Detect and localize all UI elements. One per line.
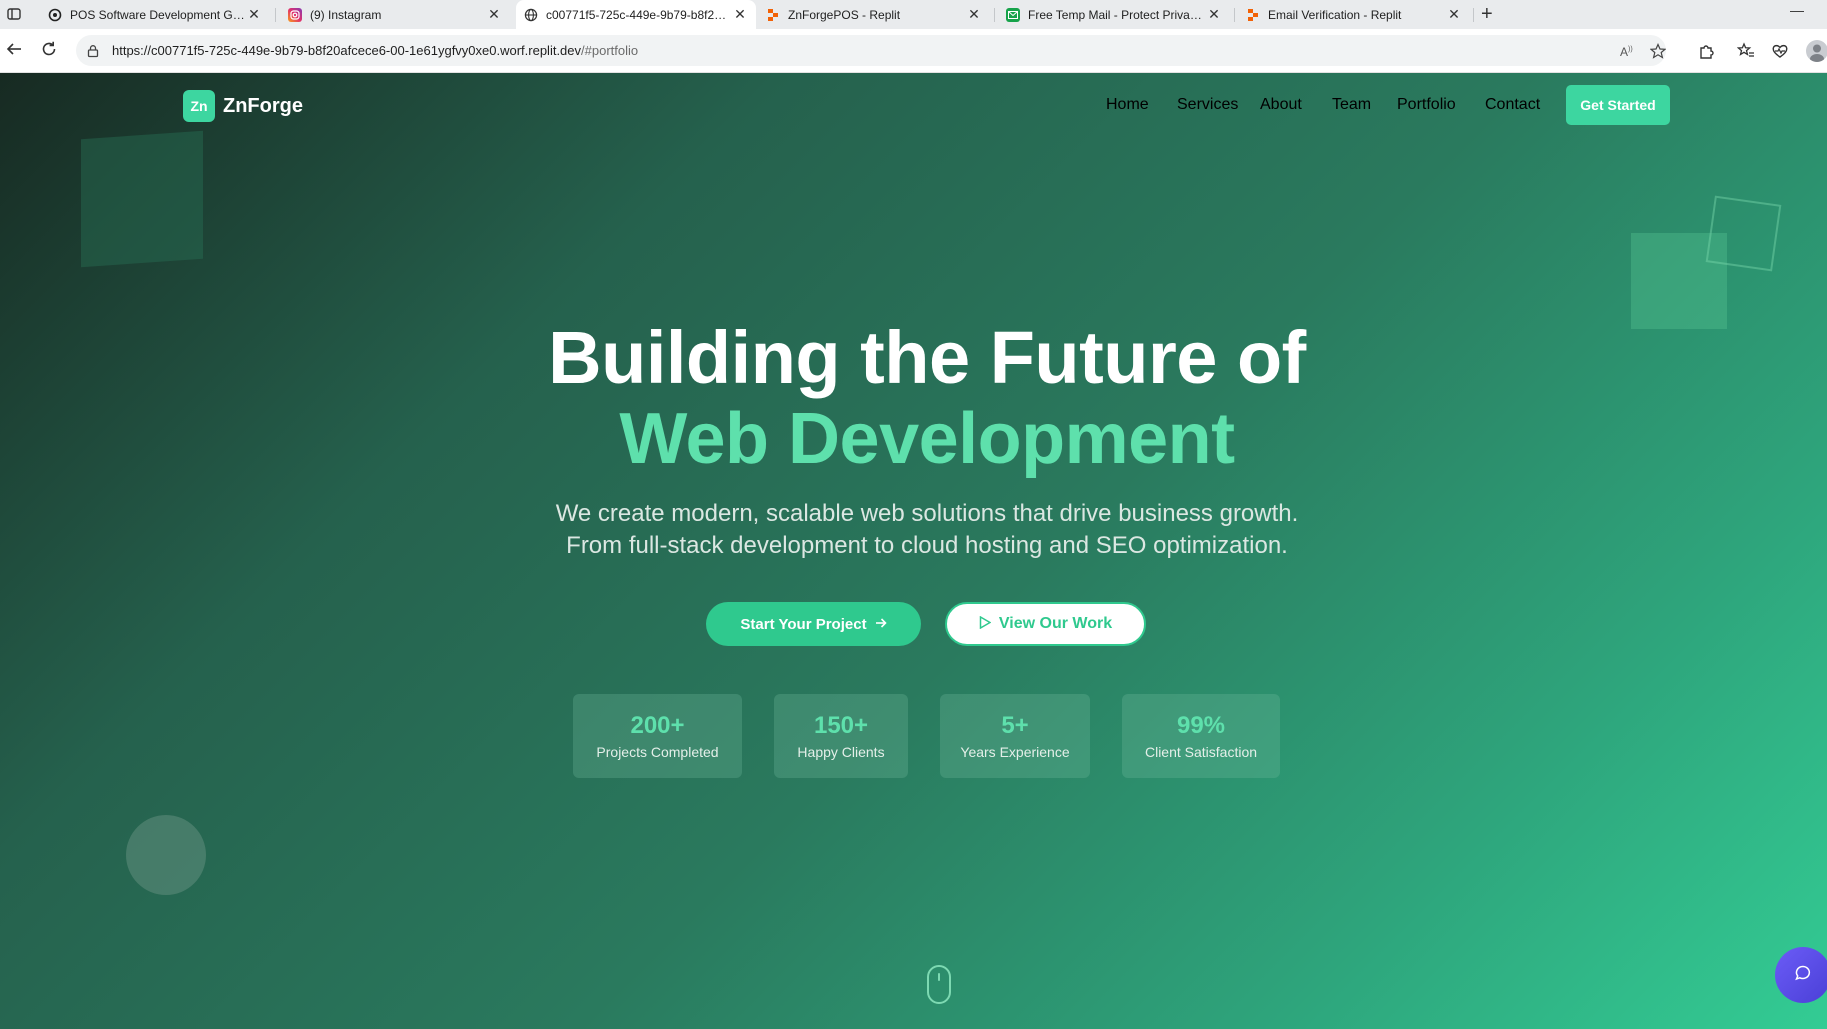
- close-tab-icon[interactable]: ✕: [486, 6, 502, 23]
- stat-card: 150+ Happy Clients: [774, 694, 908, 778]
- tab-email-verification-replit[interactable]: Email Verification - Replit ✕: [1238, 0, 1470, 29]
- stat-value: 99%: [1176, 712, 1226, 739]
- refresh-icon[interactable]: [38, 40, 60, 62]
- tab-separator: [275, 8, 276, 22]
- chat-bubble-button[interactable]: [1775, 947, 1827, 1003]
- view-our-work-button[interactable]: View Our Work: [945, 602, 1146, 646]
- hero-title-line-1: Building the Future of: [548, 316, 1306, 399]
- tab-separator: [1473, 8, 1474, 22]
- start-your-project-label: Start Your Project: [740, 615, 867, 633]
- scroll-down-mouse-icon[interactable]: [927, 965, 951, 1004]
- favorite-star-icon[interactable]: [1649, 43, 1667, 59]
- address-bar[interactable]: https://c00771f5-725c-449e-9b79-b8f20afc…: [76, 35, 1667, 66]
- instagram-icon: [288, 7, 302, 22]
- replit-icon: [766, 8, 780, 22]
- tab-pos-guide[interactable]: POS Software Development Guide ✕: [40, 0, 270, 29]
- tab-title: Free Temp Mail - Protect Privacy, A: [1028, 7, 1206, 22]
- svg-text:)): )): [1628, 46, 1633, 53]
- stat-label: Projects Completed: [596, 744, 719, 760]
- read-aloud-icon[interactable]: A)): [1619, 43, 1635, 59]
- stat-label: Years Experience: [960, 744, 1070, 760]
- stat-card: 99% Client Satisfaction: [1122, 694, 1280, 778]
- stat-card: 5+ Years Experience: [940, 694, 1090, 778]
- site-info-lock-icon[interactable]: [86, 44, 100, 58]
- minimize-window-icon[interactable]: —: [1790, 2, 1804, 18]
- stat-value: 150+: [813, 712, 869, 739]
- get-started-button[interactable]: Get Started: [1566, 85, 1670, 125]
- nav-services[interactable]: Services: [1177, 96, 1238, 114]
- browser-essentials-heart-icon[interactable]: [1771, 42, 1789, 60]
- tab-instagram[interactable]: (9) Instagram ✕: [280, 0, 510, 29]
- chat-bubble-icon: [1794, 964, 1812, 987]
- hero-subtitle-line-2: From full-stack development to cloud hos…: [566, 532, 1288, 559]
- back-arrow-icon[interactable]: [3, 40, 25, 62]
- new-tab-icon[interactable]: +: [1481, 3, 1493, 26]
- tempmail-icon: [1006, 7, 1020, 22]
- nav-contact[interactable]: Contact: [1485, 96, 1540, 114]
- browser-tab-strip: POS Software Development Guide ✕ (9) Ins…: [0, 0, 1827, 29]
- url-path: /#portfolio: [581, 43, 639, 58]
- mouse-wheel: [938, 973, 940, 981]
- nav-home[interactable]: Home: [1106, 96, 1149, 114]
- tab-separator: [1234, 8, 1235, 22]
- nav-portfolio[interactable]: Portfolio: [1397, 96, 1456, 114]
- favorites-icon[interactable]: [1736, 42, 1755, 60]
- close-tab-icon[interactable]: ✕: [1206, 6, 1222, 23]
- tab-temp-mail[interactable]: Free Temp Mail - Protect Privacy, A ✕: [998, 0, 1230, 29]
- tab-actions-icon[interactable]: [6, 6, 22, 22]
- svg-text:A: A: [1620, 45, 1628, 59]
- tab-replit-dev-active[interactable]: c00771f5-725c-449e-9b79-b8f20afcece6 ✕: [516, 0, 756, 29]
- tab-znforgepos-replit[interactable]: ZnForgePOS - Replit ✕: [758, 0, 990, 29]
- stat-label: Client Satisfaction: [1144, 744, 1258, 760]
- chatgpt-icon: [48, 8, 62, 22]
- url-host: https://c00771f5-725c-449e-9b79-b8f20afc…: [112, 43, 582, 58]
- site-logo[interactable]: Zn ZnForge: [183, 90, 303, 122]
- close-tab-icon[interactable]: ✕: [966, 6, 982, 23]
- page-viewport: Zn ZnForge Home Services About Team Port…: [0, 73, 1827, 1029]
- hero-subtitle-line-1: We create modern, scalable web solutions…: [555, 500, 1299, 527]
- logo-text: ZnForge: [223, 94, 303, 117]
- stat-label: Happy Clients: [797, 744, 885, 760]
- url-text[interactable]: https://c00771f5-725c-449e-9b79-b8f20afc…: [112, 43, 638, 58]
- nav-team[interactable]: Team: [1332, 96, 1371, 114]
- close-tab-icon[interactable]: ✕: [246, 6, 262, 23]
- tab-title: POS Software Development Guide: [70, 7, 246, 22]
- tab-title: Email Verification - Replit: [1268, 7, 1402, 22]
- stat-value: 200+: [630, 712, 685, 739]
- tab-title: c00771f5-725c-449e-9b79-b8f20afcece6: [546, 7, 732, 22]
- tab-title: (9) Instagram: [310, 7, 382, 22]
- stat-value: 5+: [1001, 712, 1029, 739]
- arrow-right-icon: [875, 616, 887, 633]
- nav-about[interactable]: About: [1260, 96, 1302, 114]
- close-tab-icon[interactable]: ✕: [1446, 6, 1462, 23]
- play-icon: [979, 615, 992, 632]
- globe-icon: [524, 8, 538, 22]
- decorative-square-outline: [1705, 195, 1782, 272]
- replit-icon: [1246, 8, 1260, 22]
- view-our-work-label: View Our Work: [998, 615, 1113, 632]
- stat-card: 200+ Projects Completed: [573, 694, 742, 778]
- extensions-icon[interactable]: [1697, 42, 1715, 60]
- decorative-circle: [126, 815, 206, 895]
- hero-title-line-2: Web Development: [619, 399, 1235, 479]
- tab-title: ZnForgePOS - Replit: [788, 7, 901, 22]
- close-tab-icon[interactable]: ✕: [732, 6, 748, 23]
- decorative-square: [81, 130, 203, 268]
- browser-toolbar: https://c00771f5-725c-449e-9b79-b8f20afc…: [0, 29, 1827, 73]
- logo-mark: Zn: [183, 90, 215, 122]
- start-your-project-button[interactable]: Start Your Project: [706, 602, 921, 646]
- profile-avatar[interactable]: [1806, 40, 1827, 62]
- tab-separator: [994, 8, 995, 22]
